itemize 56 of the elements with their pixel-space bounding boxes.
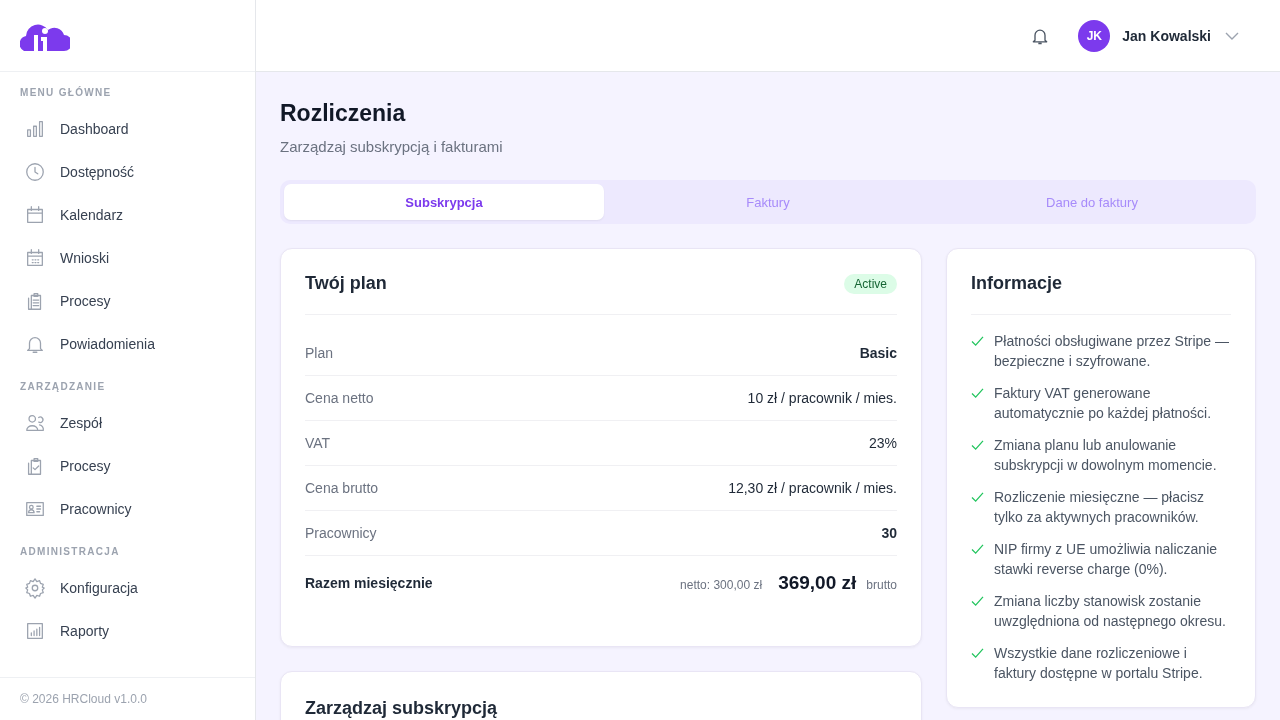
page-title: Rozliczenia (280, 100, 407, 127)
user-name[interactable]: Jan Kowalski (1122, 27, 1211, 44)
check-icon (971, 336, 984, 347)
check-icon (971, 648, 984, 659)
nav-item[interactable]: Pracownicy (12, 487, 243, 530)
gross-total: 369,00 zł (778, 572, 857, 594)
calendar-icon (24, 203, 46, 226)
row-value: 10 zł / pracownik / mies. (747, 390, 897, 406)
check-icon (971, 440, 984, 451)
info-text: NIP firmy z UE umożliwia naliczanie stawki reverse charge (0%). (994, 540, 1219, 579)
net-total: netto: 300,00 zł (680, 578, 763, 592)
check-icon (971, 544, 984, 555)
row-value: 30 (881, 525, 897, 541)
section-heading: ADMINISTRACJA (19, 545, 121, 559)
nav-item[interactable]: Procesy (12, 279, 243, 322)
nav-item[interactable]: Kalendarz (12, 193, 243, 236)
row-label: Cena brutto (305, 480, 379, 496)
nav-item[interactable]: Procesy (12, 444, 243, 487)
row-value: Basic (859, 345, 897, 361)
info-text: Wszystkie dane rozliczeniowe i faktury dostępne w portalu Stripe. (994, 644, 1204, 683)
nav-item[interactable]: Konfiguracja (12, 566, 243, 609)
section-heading: ZARZĄDZANIE (19, 380, 107, 394)
nav-item[interactable]: Powiadomienia (12, 322, 243, 365)
info-text: Zmiana liczby stanowisk zostanie uwzględniona od następnego okresu. (994, 592, 1227, 631)
info-text: Płatności obsługiwane przez Stripe — bezpieczne i szyfrowane. (994, 332, 1230, 371)
card-title: Informacje (971, 273, 1063, 294)
clock-icon (24, 160, 46, 183)
nav-item[interactable]: Dashboard (12, 107, 243, 150)
check-icon (971, 492, 984, 503)
gear-icon (24, 576, 46, 599)
check-icon (971, 388, 984, 399)
info-text: Zmiana planu lub anulowanie subskrypcji w dowolnym momencie. (994, 436, 1218, 475)
info-text: Faktury VAT generowane automatycznie po każdej płatności. (994, 384, 1213, 423)
status-badge: Active (844, 273, 897, 294)
nav-item[interactable]: Zespół (12, 401, 243, 444)
gross-suffix: brutto (866, 578, 897, 592)
row-label: Pracownicy (305, 525, 377, 541)
nav-item[interactable]: Raporty (12, 609, 243, 652)
nav-item[interactable]: Wnioski (12, 236, 243, 279)
card-title: Zarządzaj subskrypcją (305, 698, 499, 719)
row-label: VAT (305, 435, 331, 451)
card-title: Twój plan (305, 273, 387, 294)
user-avatar[interactable]: JK (1078, 19, 1111, 52)
row-value: 23% (868, 435, 897, 451)
section-heading: MENU GŁÓWNE (19, 85, 113, 100)
row-label: Cena netto (305, 390, 374, 406)
nav-item[interactable]: Dostępność (12, 150, 243, 193)
calendar-grid-icon (24, 246, 46, 269)
tab[interactable]: Subskrypcja (284, 184, 604, 220)
page-subtitle: Zarządzaj subskrypcją i fakturami (280, 138, 504, 155)
check-icon (971, 596, 984, 607)
info-text: Rozliczenie miesięczne — płacisz tylko za aktywnych pracowników. (994, 488, 1206, 527)
row-value: 12,30 zł / pracownik / mies. (728, 480, 897, 496)
version-text: © 2026 HRCloud v1.0.0 (0, 677, 255, 720)
total-label: Razem miesięcznie (305, 575, 433, 591)
row-label: Plan (305, 345, 334, 361)
